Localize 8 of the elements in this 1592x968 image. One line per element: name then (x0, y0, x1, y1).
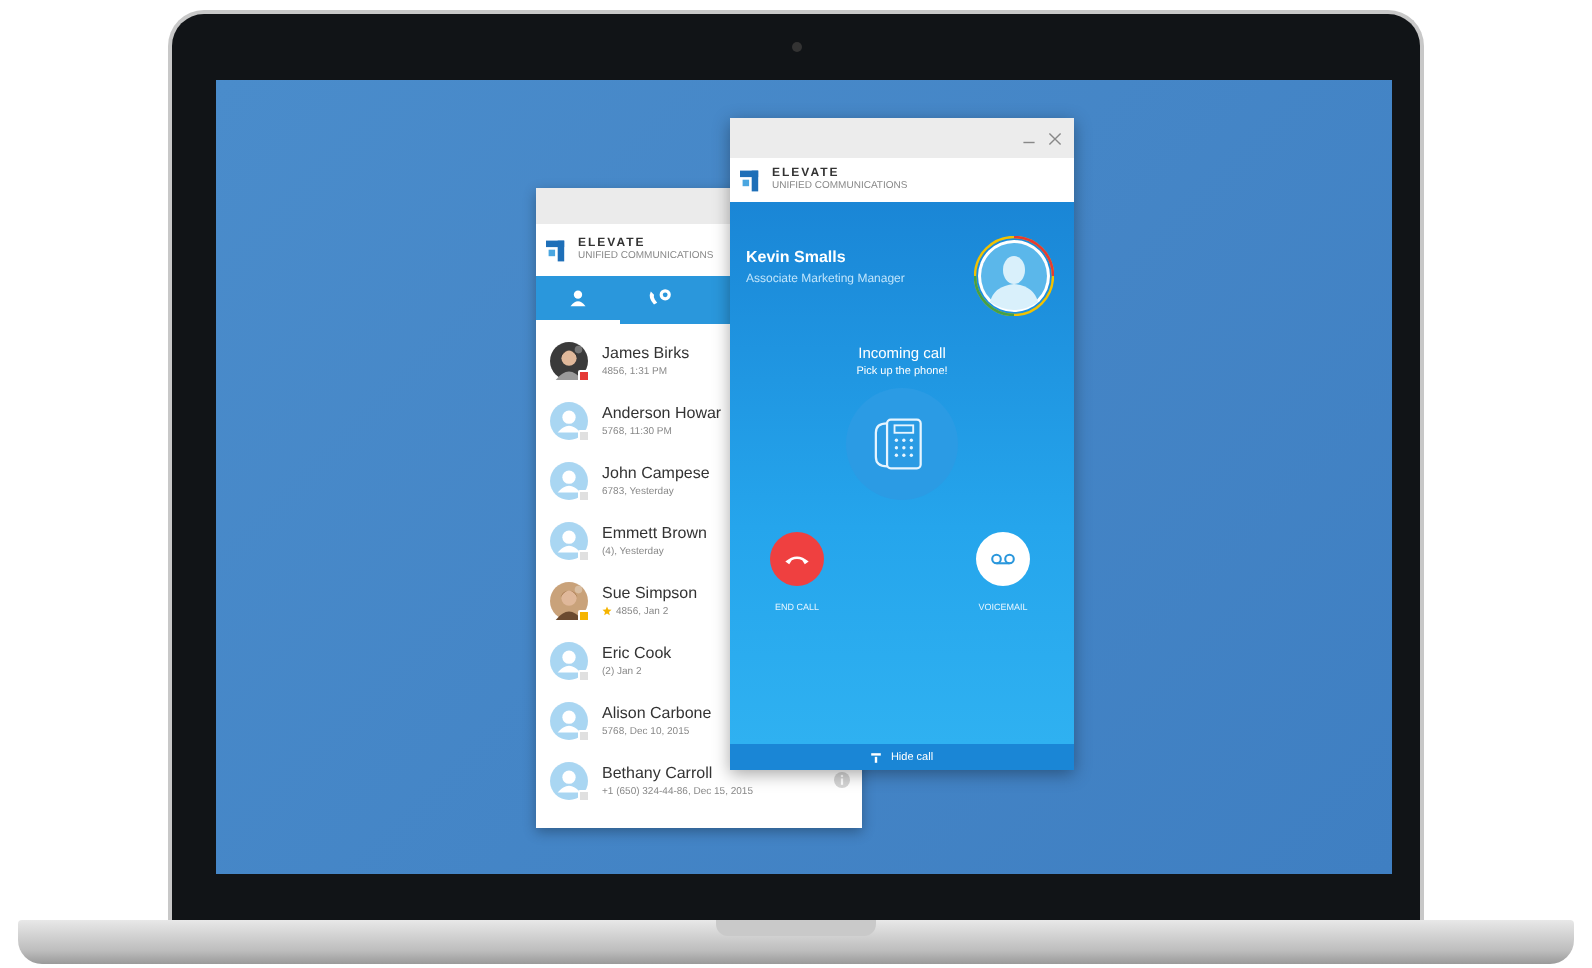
caller-name: Kevin Smalls (746, 248, 848, 266)
contact-name[interactable]: Alison Carbone (602, 703, 712, 721)
contact-name[interactable]: Emmett Brown (602, 523, 707, 541)
contact-name[interactable]: John Campese (602, 463, 710, 481)
contact-name[interactable]: James Birks (602, 343, 690, 361)
contact-name[interactable]: Eric Cook (602, 643, 672, 661)
contact-name[interactable]: Sue Simpson (602, 583, 698, 601)
contact-name[interactable]: Anderson Howar (602, 403, 722, 421)
